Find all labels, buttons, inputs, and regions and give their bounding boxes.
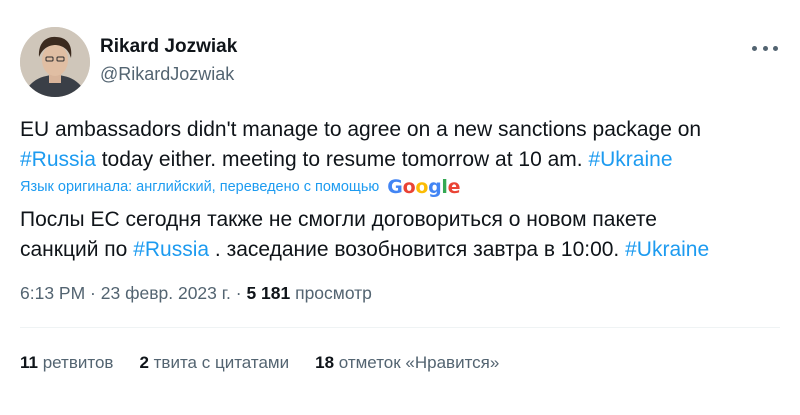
meta-separator: · [85, 283, 101, 303]
hashtag-link[interactable]: #Ukraine [588, 148, 672, 171]
more-dots-icon [752, 45, 757, 51]
translation-note-text: Язык оригинала: английский, переведено с… [20, 179, 380, 195]
tweet-text: EU ambassadors didn't manage to agree on… [20, 115, 780, 175]
tweet-text-part: today either. meeting to resume tomorrow… [95, 148, 589, 171]
tweet-text-part: EU ambassadors didn't manage to agree on… [20, 118, 702, 141]
quotes-stat[interactable]: 2 твита с цитатами [139, 353, 289, 373]
meta-separator: · [230, 283, 247, 303]
more-dots-icon [762, 45, 768, 51]
translated-text-part: . заседание возобновится завтра в 10:00. [209, 238, 626, 261]
translated-text-part: санкций по [20, 238, 134, 261]
more-dots-icon [773, 45, 778, 51]
avatar-image [20, 27, 90, 97]
tweet-card: Rikard Jozwiak @RikardJozwiak EU ambassa… [0, 0, 800, 415]
author-handle[interactable]: @RikardJozwiak [100, 64, 234, 85]
tweet-meta: 6:13 PM · 23 февр. 2023 г. · 5 181 просм… [20, 283, 372, 304]
retweets-stat[interactable]: 11 ретвитов [20, 353, 113, 373]
divider [20, 327, 780, 328]
views-count[interactable]: 5 181 просмотр [246, 283, 371, 303]
hashtag-link[interactable]: #Russia [133, 238, 209, 261]
tweet-date[interactable]: 23 февр. 2023 г. [101, 283, 231, 303]
engagement-stats: 11 ретвитов 2 твита с цитатами 18 отмето… [20, 353, 525, 373]
translated-text-part: Послы ЕС сегодня также не смогли договор… [20, 208, 657, 231]
tweet-time[interactable]: 6:13 PM [20, 283, 85, 303]
avatar[interactable] [20, 27, 90, 97]
google-logo: Google [387, 176, 461, 198]
more-options-button[interactable] [752, 38, 778, 58]
hashtag-link[interactable]: #Ukraine [625, 238, 709, 261]
translation-note[interactable]: Язык оригинала: английский, переведено с… [20, 176, 461, 198]
likes-stat[interactable]: 18 отметок «Нравится» [315, 353, 499, 373]
author-name[interactable]: Rikard Jozwiak [100, 36, 237, 58]
translated-text: Послы ЕС сегодня также не смогли договор… [20, 205, 780, 265]
hashtag-link[interactable]: #Russia [20, 148, 96, 171]
